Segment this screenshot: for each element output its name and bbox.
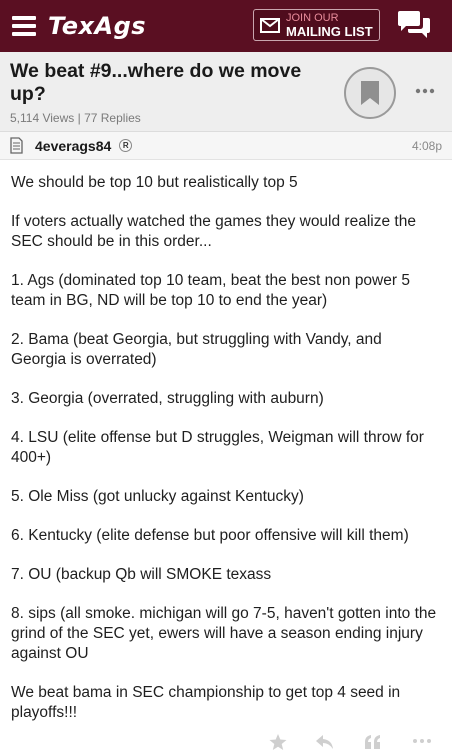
more-options-icon[interactable] bbox=[412, 738, 432, 744]
post-paragraph: If voters actually watched the games the… bbox=[11, 213, 416, 250]
replies-count: 77 Replies bbox=[84, 111, 141, 125]
quote-icon[interactable] bbox=[364, 734, 382, 750]
mailing-line-2: MAILING LIST bbox=[286, 23, 373, 39]
post-paragraph: 6. Kentucky (elite defense but poor offe… bbox=[11, 527, 409, 544]
thread-title: We beat #9...where do we move up? bbox=[10, 60, 302, 105]
hamburger-menu-icon[interactable] bbox=[12, 16, 36, 36]
stats-separator: | bbox=[77, 111, 81, 125]
post-paragraph: 4. LSU (elite offense but D struggles, W… bbox=[11, 429, 424, 466]
reply-icon[interactable] bbox=[316, 734, 334, 750]
bookmark-button[interactable] bbox=[344, 67, 396, 119]
post-paragraph: 8. sips (all smoke. michigan will go 7-5… bbox=[11, 605, 437, 662]
post-paragraph: 3. Georgia (overrated, struggling with a… bbox=[11, 390, 324, 407]
post-author-row: 4everags84 R 4:08p bbox=[0, 132, 452, 160]
views-count: 5,114 Views bbox=[10, 111, 75, 125]
chat-bubbles-icon[interactable] bbox=[396, 10, 432, 40]
post-paragraph: We beat bama in SEC championship to get … bbox=[11, 684, 401, 721]
mail-envelope-icon bbox=[260, 17, 280, 33]
post-paragraph: We should be top 10 but realistically to… bbox=[11, 174, 298, 191]
post-action-bar bbox=[0, 728, 452, 750]
post-timestamp: 4:08p bbox=[411, 138, 442, 153]
post-paragraph: 1. Ags (dominated top 10 team, beat the … bbox=[11, 272, 410, 309]
post-paragraph: 5. Ole Miss (got unlucky against Kentuck… bbox=[11, 488, 304, 505]
mailing-list-button[interactable]: JOIN OUR MAILING LIST bbox=[253, 9, 380, 41]
post-paragraph: 7. OU (backup Qb will SMOKE texass bbox=[11, 566, 272, 583]
site-logo[interactable]: TexAgs bbox=[48, 12, 146, 40]
post-body: We should be top 10 but realistically to… bbox=[0, 160, 452, 723]
post-paragraph: 2. Bama (beat Georgia, but struggling wi… bbox=[11, 331, 382, 368]
star-icon[interactable] bbox=[269, 734, 287, 750]
bookmark-icon bbox=[361, 81, 379, 105]
author-username[interactable]: 4everags84 bbox=[35, 138, 111, 154]
more-options-icon[interactable] bbox=[415, 88, 435, 94]
post-document-icon bbox=[10, 137, 23, 154]
top-bar: TexAgs JOIN OUR MAILING LIST bbox=[0, 0, 452, 52]
registered-badge: R bbox=[119, 139, 133, 152]
mailing-line-1: JOIN OUR bbox=[286, 11, 339, 24]
